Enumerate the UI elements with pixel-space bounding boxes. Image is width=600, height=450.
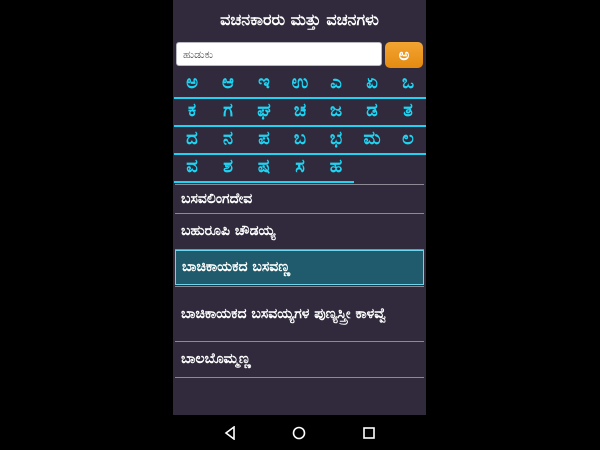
list-item[interactable]: ಬಹುರೂಪಿ ಚೌಡಯ್ಯ [175,214,424,249]
alphabet-letter-ma[interactable]: ಮ [354,127,390,155]
alphabet-letter-ka[interactable]: ಕ [174,99,210,127]
alphabet-letter-u[interactable]: ಉ [282,71,318,99]
list-item[interactable]: ಬಾಚಿಕಾಯಕದ ಬಸವಯ್ಯಗಳ ಪುಣ್ಯಸ್ತ್ರೀ ಕಾಳವ್ವೆ [175,287,424,341]
home-icon[interactable] [292,426,306,440]
alphabet-letter-sha[interactable]: ಶ [210,155,246,183]
alphabet-letter-o[interactable]: ಒ [390,71,426,99]
recents-icon[interactable] [362,426,376,440]
alphabet-letter-gha[interactable]: ಘ [246,99,282,127]
alphabet-grid: ಅ ಆ ಇ ಉ ಎ ಏ ಒ ಕ ಗ ಘ ಚ ಜ ಡ ತ ದ ನ ಪ ಬ ಭ ಮ … [173,71,426,183]
alphabet-letter-i[interactable]: ಇ [246,71,282,99]
alphabet-letter-cha[interactable]: ಚ [282,99,318,127]
list-item[interactable]: ಬಸವಲಿಂಗದೇವ [175,185,424,213]
list-divider [175,377,424,378]
search-bar: ಅ [176,42,423,68]
list-item[interactable]: ಬಾಲಬೊಮ್ಮಣ್ಣ [175,342,424,377]
alphabet-letter-ja[interactable]: ಜ [318,99,354,127]
back-icon[interactable] [223,426,237,440]
alphabet-letter-ga[interactable]: ಗ [210,99,246,127]
app-screen: ವಚನಕಾರರು ಮತ್ತು ವಚನಗಳು ಅ ಅ ಆ ಇ ಉ ಎ ಏ ಒ ಕ … [173,0,426,450]
app-title: ವಚನಕಾರರು ಮತ್ತು ವಚನಗಳು [220,10,379,29]
alphabet-letter-va[interactable]: ವ [174,155,210,183]
alphabet-letter-ha[interactable]: ಹ [318,155,354,183]
alphabet-letter-ssa[interactable]: ಷ [246,155,282,183]
alphabet-letter-sa[interactable]: ಸ [282,155,318,183]
navigation-bar [173,415,426,450]
alphabet-letter-da[interactable]: ಡ [354,99,390,127]
list-item-selected[interactable]: ಬಾಚಿಕಾಯಕದ ಬಸವಣ್ಣ [175,250,424,285]
alphabet-letter-a[interactable]: ಅ [174,71,210,99]
search-input[interactable] [176,42,382,66]
alphabet-letter-bha[interactable]: ಭ [318,127,354,155]
alphabet-letter-ba[interactable]: ಬ [282,127,318,155]
alphabet-letter-ta[interactable]: ತ [390,99,426,127]
alphabet-letter-aa[interactable]: ಆ [210,71,246,99]
alphabet-letter-ee[interactable]: ಏ [354,71,390,99]
alphabet-letter-na[interactable]: ನ [210,127,246,155]
alphabet-letter-pa[interactable]: ಪ [246,127,282,155]
search-button[interactable]: ಅ [385,42,423,68]
alphabet-letter-la[interactable]: ಲ [390,127,426,155]
alphabet-letter-e[interactable]: ಎ [318,71,354,99]
alphabet-letter-dha[interactable]: ದ [174,127,210,155]
